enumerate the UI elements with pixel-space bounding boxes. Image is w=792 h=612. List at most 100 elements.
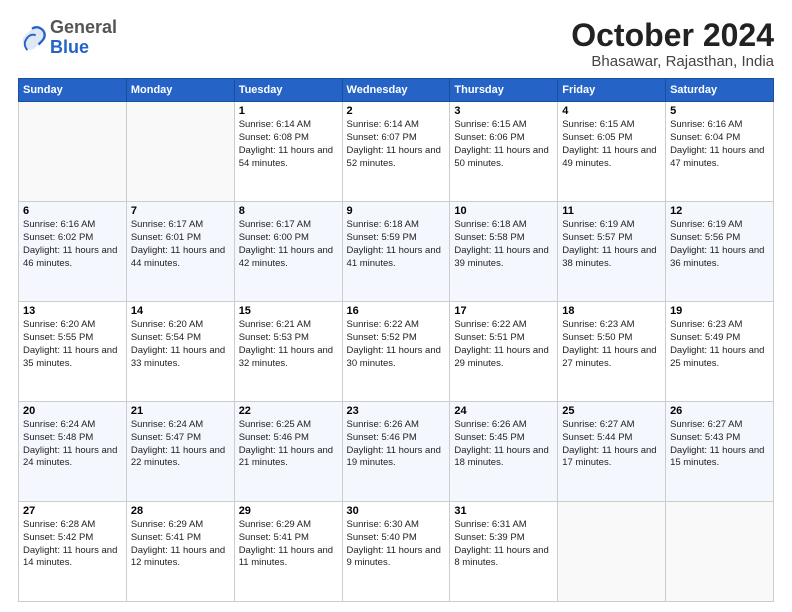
day-info: Sunrise: 6:28 AM Sunset: 5:42 PM Dayligh… (23, 519, 122, 570)
weekday-header-row: SundayMondayTuesdayWednesdayThursdayFrid… (19, 79, 774, 102)
calendar-cell: 30Sunrise: 6:30 AM Sunset: 5:40 PM Dayli… (342, 502, 450, 602)
calendar-cell: 6Sunrise: 6:16 AM Sunset: 6:02 PM Daylig… (19, 202, 127, 302)
day-number: 28 (131, 505, 230, 517)
day-number: 27 (23, 505, 122, 517)
month-title: October 2024 (571, 18, 774, 53)
day-number: 24 (454, 405, 553, 417)
calendar-cell: 25Sunrise: 6:27 AM Sunset: 5:44 PM Dayli… (558, 402, 666, 502)
calendar-header: SundayMondayTuesdayWednesdayThursdayFrid… (19, 79, 774, 102)
page: General Blue October 2024 Bhasawar, Raja… (0, 0, 792, 612)
day-number: 8 (239, 205, 338, 217)
title-block: October 2024 Bhasawar, Rajasthan, India (571, 18, 774, 70)
calendar-cell: 5 Sunrise: 6:16 AM Sunset: 6:04 PM Daylig… (666, 102, 774, 202)
day-info: Sunrise: 6:19 AM Sunset: 5:57 PM Dayligh… (562, 219, 661, 270)
calendar-cell: 14Sunrise: 6:20 AM Sunset: 5:54 PM Dayli… (126, 302, 234, 402)
day-number: 23 (347, 405, 446, 417)
day-number: 5 (670, 105, 769, 117)
day-info: Sunrise: 6:17 AM Sunset: 6:00 PM Dayligh… (239, 219, 338, 270)
calendar-cell (19, 102, 127, 202)
calendar-cell: 23 Sunrise: 6:26 AM Sunset: 5:46 PM Dayli… (342, 402, 450, 502)
day-number: 4 (562, 105, 661, 117)
day-info: Sunrise: 6:29 AM Sunset: 5:41 PM Dayligh… (239, 519, 338, 570)
calendar-cell: 24 Sunrise: 6:26 AM Sunset: 5:45 PM Dayli… (450, 402, 558, 502)
logo-icon (18, 24, 46, 52)
day-number: 14 (131, 305, 230, 317)
calendar-cell: 9 Sunrise: 6:18 AM Sunset: 5:59 PM Daylig… (342, 202, 450, 302)
day-number: 11 (562, 205, 661, 217)
calendar-week-5: 27 Sunrise: 6:28 AM Sunset: 5:42 PM Dayli… (19, 502, 774, 602)
day-info: Sunrise: 6:27 AM Sunset: 5:44 PM Dayligh… (562, 419, 661, 470)
day-number: 9 (347, 205, 446, 217)
calendar-cell: 26Sunrise: 6:27 AM Sunset: 5:43 PM Dayli… (666, 402, 774, 502)
day-info: Sunrise: 6:16 AM Sunset: 6:04 PM Dayligh… (670, 119, 769, 170)
calendar-week-1: 1 Sunrise: 6:14 AM Sunset: 6:08 PM Daylig… (19, 102, 774, 202)
day-info: Sunrise: 6:30 AM Sunset: 5:40 PM Dayligh… (347, 519, 446, 570)
day-info: Sunrise: 6:20 AM Sunset: 5:55 PM Dayligh… (23, 319, 122, 370)
day-number: 16 (347, 305, 446, 317)
calendar-cell: 19 Sunrise: 6:23 AM Sunset: 5:49 PM Dayli… (666, 302, 774, 402)
day-number: 17 (454, 305, 553, 317)
day-info: Sunrise: 6:22 AM Sunset: 5:51 PM Dayligh… (454, 319, 553, 370)
day-info: Sunrise: 6:23 AM Sunset: 5:50 PM Dayligh… (562, 319, 661, 370)
day-info: Sunrise: 6:26 AM Sunset: 5:46 PM Dayligh… (347, 419, 446, 470)
day-number: 22 (239, 405, 338, 417)
weekday-thursday: Thursday (450, 79, 558, 102)
calendar-cell: 22 Sunrise: 6:25 AM Sunset: 5:46 PM Dayli… (234, 402, 342, 502)
calendar-cell: 29 Sunrise: 6:29 AM Sunset: 5:41 PM Dayli… (234, 502, 342, 602)
logo-text: General Blue (50, 18, 117, 58)
calendar-cell: 17 Sunrise: 6:22 AM Sunset: 5:51 PM Dayli… (450, 302, 558, 402)
day-number: 26 (670, 405, 769, 417)
day-number: 10 (454, 205, 553, 217)
location: Bhasawar, Rajasthan, India (571, 53, 774, 70)
calendar-cell (558, 502, 666, 602)
calendar-table: SundayMondayTuesdayWednesdayThursdayFrid… (18, 78, 774, 602)
day-number: 29 (239, 505, 338, 517)
calendar-body: 1 Sunrise: 6:14 AM Sunset: 6:08 PM Daylig… (19, 102, 774, 602)
logo-general: General (50, 17, 117, 37)
calendar-cell: 31Sunrise: 6:31 AM Sunset: 5:39 PM Dayli… (450, 502, 558, 602)
day-info: Sunrise: 6:17 AM Sunset: 6:01 PM Dayligh… (131, 219, 230, 270)
day-number: 1 (239, 105, 338, 117)
logo-blue: Blue (50, 37, 89, 57)
calendar-cell: 20Sunrise: 6:24 AM Sunset: 5:48 PM Dayli… (19, 402, 127, 502)
weekday-wednesday: Wednesday (342, 79, 450, 102)
day-info: Sunrise: 6:15 AM Sunset: 6:05 PM Dayligh… (562, 119, 661, 170)
day-info: Sunrise: 6:18 AM Sunset: 5:59 PM Dayligh… (347, 219, 446, 270)
day-info: Sunrise: 6:26 AM Sunset: 5:45 PM Dayligh… (454, 419, 553, 470)
calendar-week-3: 13 Sunrise: 6:20 AM Sunset: 5:55 PM Dayli… (19, 302, 774, 402)
day-info: Sunrise: 6:21 AM Sunset: 5:53 PM Dayligh… (239, 319, 338, 370)
calendar-cell: 15 Sunrise: 6:21 AM Sunset: 5:53 PM Dayli… (234, 302, 342, 402)
day-info: Sunrise: 6:14 AM Sunset: 6:08 PM Dayligh… (239, 119, 338, 170)
day-info: Sunrise: 6:16 AM Sunset: 6:02 PM Dayligh… (23, 219, 122, 270)
calendar-cell: 12Sunrise: 6:19 AM Sunset: 5:56 PM Dayli… (666, 202, 774, 302)
day-number: 19 (670, 305, 769, 317)
calendar-cell: 16 Sunrise: 6:22 AM Sunset: 5:52 PM Dayli… (342, 302, 450, 402)
logo: General Blue (18, 18, 117, 58)
calendar-cell: 27 Sunrise: 6:28 AM Sunset: 5:42 PM Dayli… (19, 502, 127, 602)
day-number: 20 (23, 405, 122, 417)
day-info: Sunrise: 6:29 AM Sunset: 5:41 PM Dayligh… (131, 519, 230, 570)
calendar-week-2: 6Sunrise: 6:16 AM Sunset: 6:02 PM Daylig… (19, 202, 774, 302)
calendar-cell: 28 Sunrise: 6:29 AM Sunset: 5:41 PM Dayli… (126, 502, 234, 602)
day-number: 18 (562, 305, 661, 317)
calendar-cell: 3Sunrise: 6:15 AM Sunset: 6:06 PM Daylig… (450, 102, 558, 202)
day-info: Sunrise: 6:25 AM Sunset: 5:46 PM Dayligh… (239, 419, 338, 470)
day-number: 3 (454, 105, 553, 117)
calendar-cell: 2 Sunrise: 6:14 AM Sunset: 6:07 PM Daylig… (342, 102, 450, 202)
calendar-cell (666, 502, 774, 602)
day-number: 13 (23, 305, 122, 317)
day-info: Sunrise: 6:18 AM Sunset: 5:58 PM Dayligh… (454, 219, 553, 270)
day-info: Sunrise: 6:14 AM Sunset: 6:07 PM Dayligh… (347, 119, 446, 170)
calendar-cell: 8 Sunrise: 6:17 AM Sunset: 6:00 PM Daylig… (234, 202, 342, 302)
calendar-cell: 4 Sunrise: 6:15 AM Sunset: 6:05 PM Daylig… (558, 102, 666, 202)
day-info: Sunrise: 6:23 AM Sunset: 5:49 PM Dayligh… (670, 319, 769, 370)
calendar-cell: 10 Sunrise: 6:18 AM Sunset: 5:58 PM Dayli… (450, 202, 558, 302)
day-number: 2 (347, 105, 446, 117)
day-info: Sunrise: 6:22 AM Sunset: 5:52 PM Dayligh… (347, 319, 446, 370)
calendar-cell: 21Sunrise: 6:24 AM Sunset: 5:47 PM Dayli… (126, 402, 234, 502)
weekday-friday: Friday (558, 79, 666, 102)
day-number: 15 (239, 305, 338, 317)
day-number: 31 (454, 505, 553, 517)
day-number: 7 (131, 205, 230, 217)
calendar-cell: 7 Sunrise: 6:17 AM Sunset: 6:01 PM Daylig… (126, 202, 234, 302)
